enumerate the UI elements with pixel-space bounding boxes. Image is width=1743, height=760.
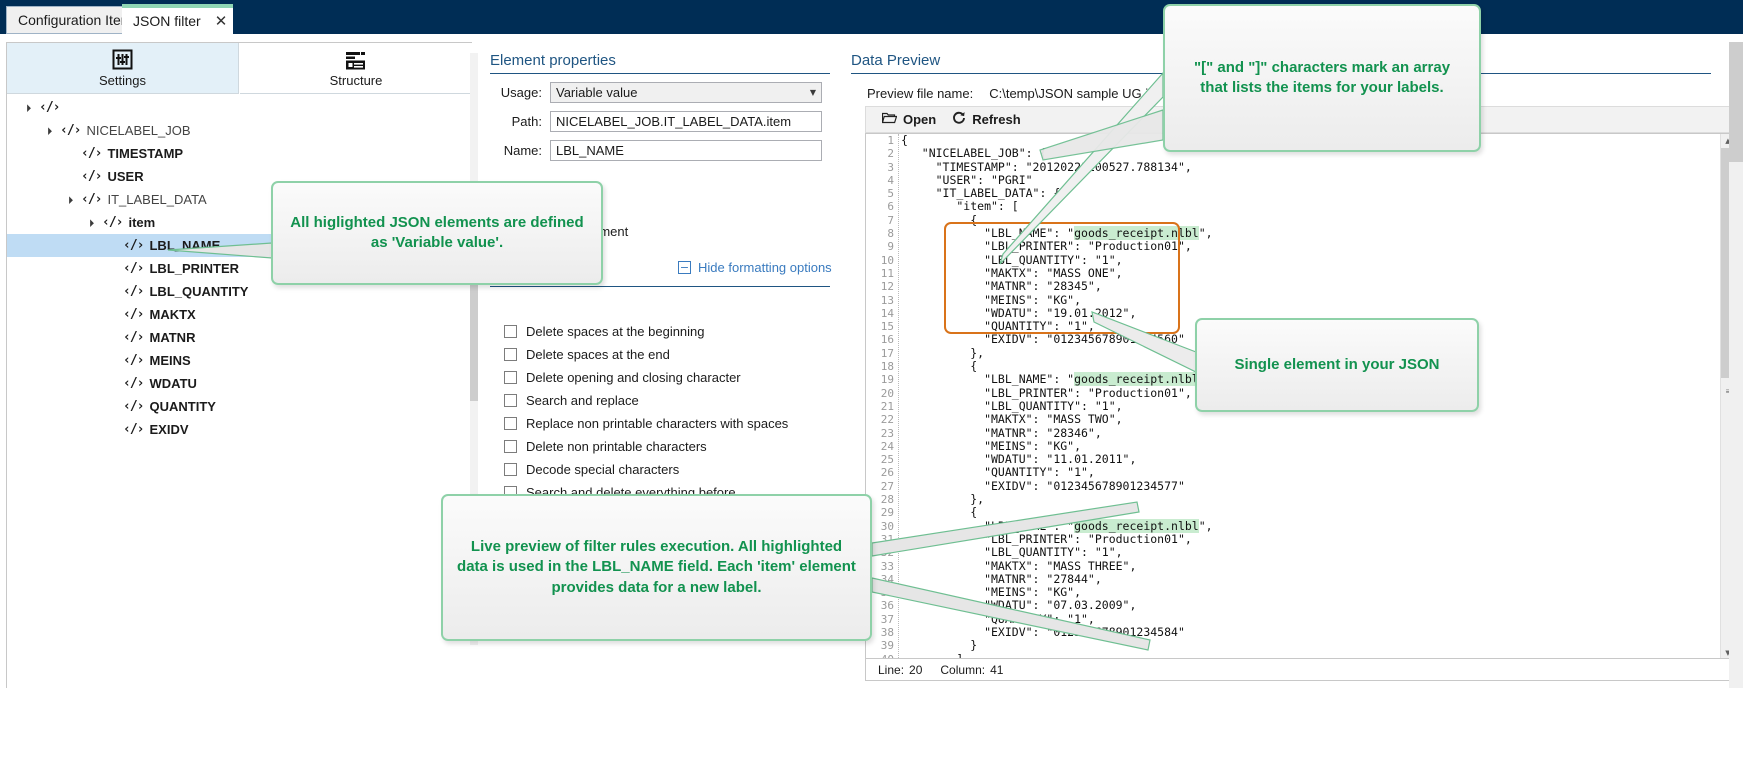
callout-array-brackets: "[" and "]" characters mark an array tha… bbox=[1163, 4, 1481, 152]
callout-variable-value: All higlighted JSON elements are defined… bbox=[271, 181, 603, 285]
callout-leader-lines bbox=[0, 0, 1743, 760]
callout-live-preview: Live preview of filter rules execution. … bbox=[441, 494, 872, 641]
callout-text: "[" and "]" characters mark an array tha… bbox=[1179, 58, 1465, 99]
callout-text: Live preview of filter rules execution. … bbox=[457, 537, 856, 598]
callout-text: Single element in your JSON bbox=[1234, 355, 1439, 375]
callout-single-element: Single element in your JSON bbox=[1195, 318, 1479, 412]
callout-text: All higlighted JSON elements are defined… bbox=[287, 213, 587, 254]
